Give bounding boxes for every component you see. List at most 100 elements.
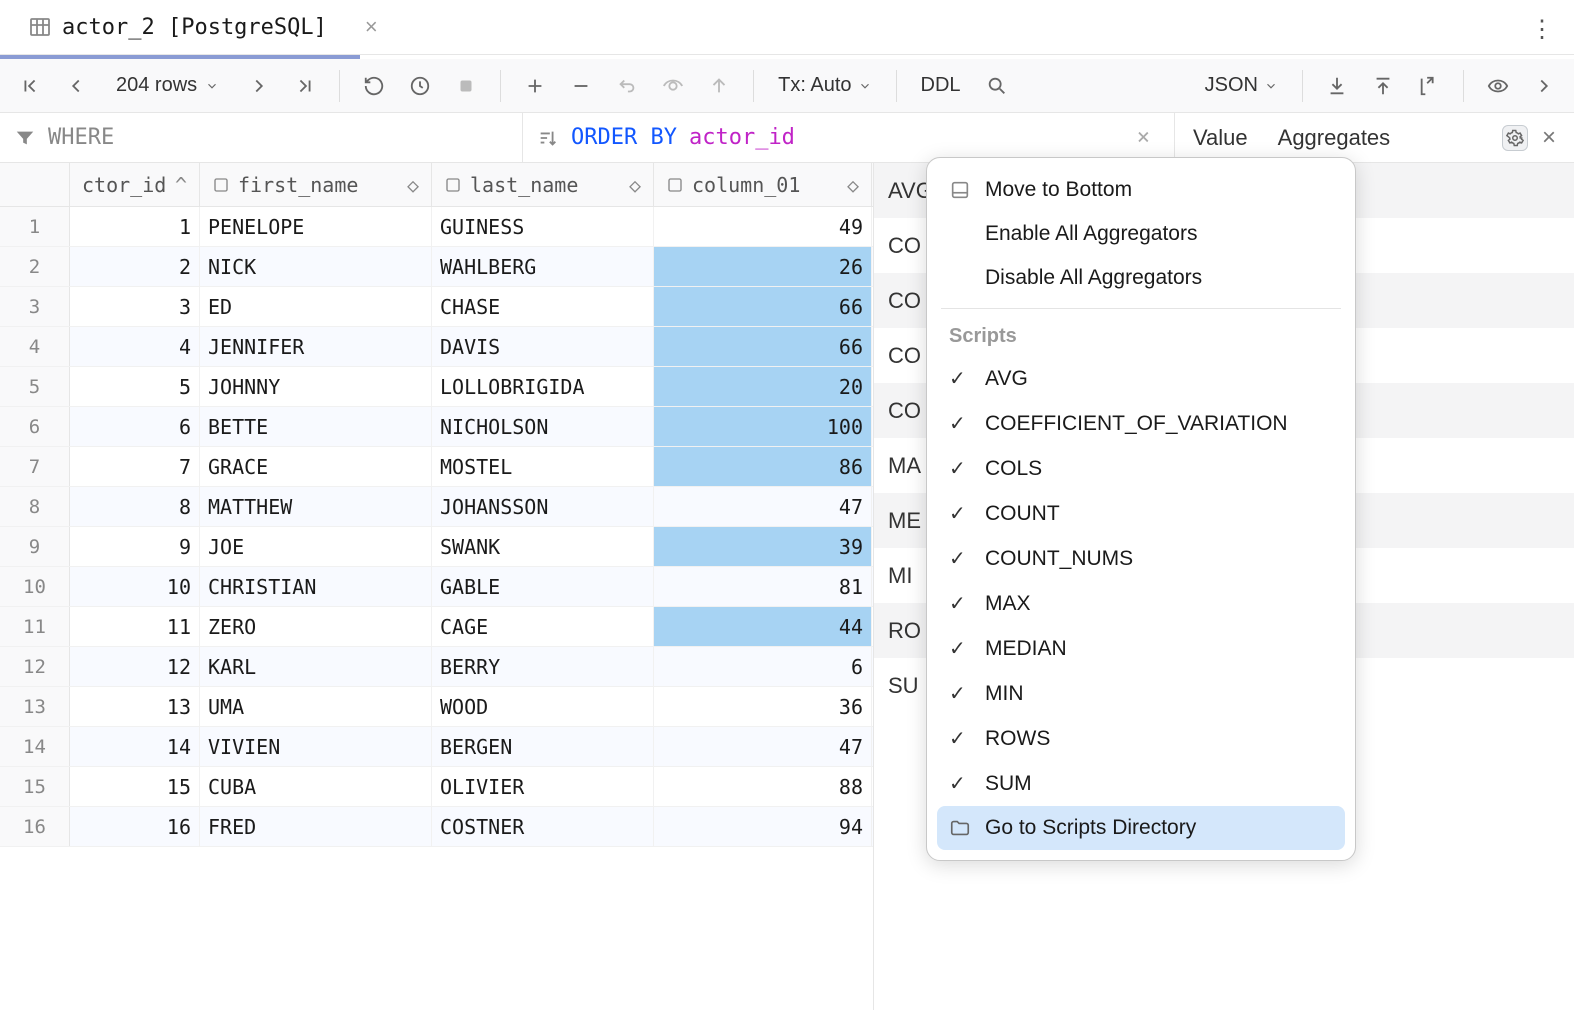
table-row[interactable]: 33EDCHASE66 xyxy=(0,287,873,327)
cell-column-01[interactable]: 66 xyxy=(654,327,872,366)
cell-last-name[interactable]: DAVIS xyxy=(432,327,654,366)
cell-column-01[interactable]: 81 xyxy=(654,567,872,606)
cell-last-name[interactable]: OLIVIER xyxy=(432,767,654,806)
cell-last-name[interactable]: NICHOLSON xyxy=(432,407,654,446)
cell-actor-id[interactable]: 10 xyxy=(70,567,200,606)
more-button[interactable] xyxy=(1526,68,1562,104)
cell-actor-id[interactable]: 16 xyxy=(70,807,200,846)
first-page-button[interactable] xyxy=(12,68,48,104)
cell-first-name[interactable]: MATTHEW xyxy=(200,487,432,526)
cell-actor-id[interactable]: 11 xyxy=(70,607,200,646)
cell-column-01[interactable]: 88 xyxy=(654,767,872,806)
column-header-last-name[interactable]: last_name◇ xyxy=(432,163,654,206)
menu-go-scripts-dir[interactable]: Go to Scripts Directory xyxy=(937,806,1345,850)
cell-column-01[interactable]: 36 xyxy=(654,687,872,726)
table-row[interactable]: 1313UMAWOOD36 xyxy=(0,687,873,727)
cell-last-name[interactable]: LOLLOBRIGIDA xyxy=(432,367,654,406)
cell-actor-id[interactable]: 3 xyxy=(70,287,200,326)
cell-last-name[interactable]: BERGEN xyxy=(432,727,654,766)
cell-last-name[interactable]: CHASE xyxy=(432,287,654,326)
cell-column-01[interactable]: 47 xyxy=(654,487,872,526)
cell-first-name[interactable]: CHRISTIAN xyxy=(200,567,432,606)
table-row[interactable]: 1212KARLBERRY6 xyxy=(0,647,873,687)
cell-first-name[interactable]: JOHNNY xyxy=(200,367,432,406)
menu-script-item[interactable]: ✓AVG xyxy=(927,356,1355,401)
cell-column-01[interactable]: 20 xyxy=(654,367,872,406)
cell-first-name[interactable]: BETTE xyxy=(200,407,432,446)
cell-last-name[interactable]: GUINESS xyxy=(432,207,654,246)
export-format-dropdown[interactable]: JSON xyxy=(1197,74,1286,97)
table-row[interactable]: 1616FREDCOSTNER94 xyxy=(0,807,873,847)
menu-script-item[interactable]: ✓SUM xyxy=(927,761,1355,806)
cell-last-name[interactable]: GABLE xyxy=(432,567,654,606)
cell-column-01[interactable]: 39 xyxy=(654,527,872,566)
column-header-column-01[interactable]: column_01◇ xyxy=(654,163,872,206)
cell-first-name[interactable]: KARL xyxy=(200,647,432,686)
row-count-dropdown[interactable]: 204 rows xyxy=(104,70,231,101)
table-row[interactable]: 1111ZEROCAGE44 xyxy=(0,607,873,647)
table-row[interactable]: 1010CHRISTIANGABLE81 xyxy=(0,567,873,607)
order-by-input[interactable]: ORDER BY actor_id × xyxy=(522,113,1174,162)
view-button[interactable] xyxy=(1480,68,1516,104)
cell-first-name[interactable]: VIVIEN xyxy=(200,727,432,766)
cell-last-name[interactable]: JOHANSSON xyxy=(432,487,654,526)
menu-script-item[interactable]: ✓COUNT xyxy=(927,491,1355,536)
table-row[interactable]: 22NICKWAHLBERG26 xyxy=(0,247,873,287)
more-options-icon[interactable]: ⋮ xyxy=(1530,15,1554,44)
cell-first-name[interactable]: NICK xyxy=(200,247,432,286)
cell-first-name[interactable]: GRACE xyxy=(200,447,432,486)
menu-script-item[interactable]: ✓COEFFICIENT_OF_VARIATION xyxy=(927,401,1355,446)
table-row[interactable]: 55JOHNNYLOLLOBRIGIDA20 xyxy=(0,367,873,407)
cell-actor-id[interactable]: 14 xyxy=(70,727,200,766)
submit-button[interactable] xyxy=(701,68,737,104)
tab-aggregates[interactable]: Aggregates xyxy=(1278,125,1391,151)
cell-last-name[interactable]: SWANK xyxy=(432,527,654,566)
cell-last-name[interactable]: WAHLBERG xyxy=(432,247,654,286)
cell-column-01[interactable]: 94 xyxy=(654,807,872,846)
column-header-first-name[interactable]: first_name◇ xyxy=(200,163,432,206)
table-row[interactable]: 99JOESWANK39 xyxy=(0,527,873,567)
tab-value[interactable]: Value xyxy=(1193,125,1248,151)
cell-first-name[interactable]: ED xyxy=(200,287,432,326)
cell-actor-id[interactable]: 13 xyxy=(70,687,200,726)
import-button[interactable] xyxy=(1411,68,1447,104)
where-clause-input[interactable]: WHERE xyxy=(0,113,522,162)
table-row[interactable]: 77GRACEMOSTEL86 xyxy=(0,447,873,487)
menu-script-item[interactable]: ✓MAX xyxy=(927,581,1355,626)
table-row[interactable]: 88MATTHEWJOHANSSON47 xyxy=(0,487,873,527)
aggregates-settings-icon[interactable] xyxy=(1502,125,1528,151)
ddl-button[interactable]: DDL xyxy=(913,74,969,97)
search-button[interactable] xyxy=(979,68,1015,104)
cell-first-name[interactable]: JENNIFER xyxy=(200,327,432,366)
menu-script-item[interactable]: ✓MEDIAN xyxy=(927,626,1355,671)
table-row[interactable]: 44JENNIFERDAVIS66 xyxy=(0,327,873,367)
revert-button[interactable] xyxy=(609,68,645,104)
cell-column-01[interactable]: 44 xyxy=(654,607,872,646)
tab-close-icon[interactable]: × xyxy=(365,14,378,40)
upload-button[interactable] xyxy=(1365,68,1401,104)
next-page-button[interactable] xyxy=(241,68,277,104)
cell-first-name[interactable]: ZERO xyxy=(200,607,432,646)
cell-first-name[interactable]: CUBA xyxy=(200,767,432,806)
column-header-actor-id[interactable]: ctor_id^ xyxy=(70,163,200,206)
transaction-mode-dropdown[interactable]: Tx: Auto xyxy=(770,74,879,97)
cell-first-name[interactable]: UMA xyxy=(200,687,432,726)
table-row[interactable]: 1515CUBAOLIVIER88 xyxy=(0,767,873,807)
cell-actor-id[interactable]: 12 xyxy=(70,647,200,686)
cell-actor-id[interactable]: 4 xyxy=(70,327,200,366)
remove-row-button[interactable] xyxy=(563,68,599,104)
add-row-button[interactable] xyxy=(517,68,553,104)
cell-last-name[interactable]: MOSTEL xyxy=(432,447,654,486)
menu-script-item[interactable]: ✓COLS xyxy=(927,446,1355,491)
cell-column-01[interactable]: 47 xyxy=(654,727,872,766)
menu-script-item[interactable]: ✓ROWS xyxy=(927,716,1355,761)
editor-tab[interactable]: actor_2 [PostgreSQL] × xyxy=(10,8,396,46)
cell-actor-id[interactable]: 2 xyxy=(70,247,200,286)
menu-script-item[interactable]: ✓COUNT_NUMS xyxy=(927,536,1355,581)
clear-order-icon[interactable]: × xyxy=(1137,125,1160,150)
last-page-button[interactable] xyxy=(287,68,323,104)
cell-last-name[interactable]: BERRY xyxy=(432,647,654,686)
cell-actor-id[interactable]: 9 xyxy=(70,527,200,566)
cell-column-01[interactable]: 86 xyxy=(654,447,872,486)
menu-disable-all[interactable]: Disable All Aggregators xyxy=(927,256,1355,300)
